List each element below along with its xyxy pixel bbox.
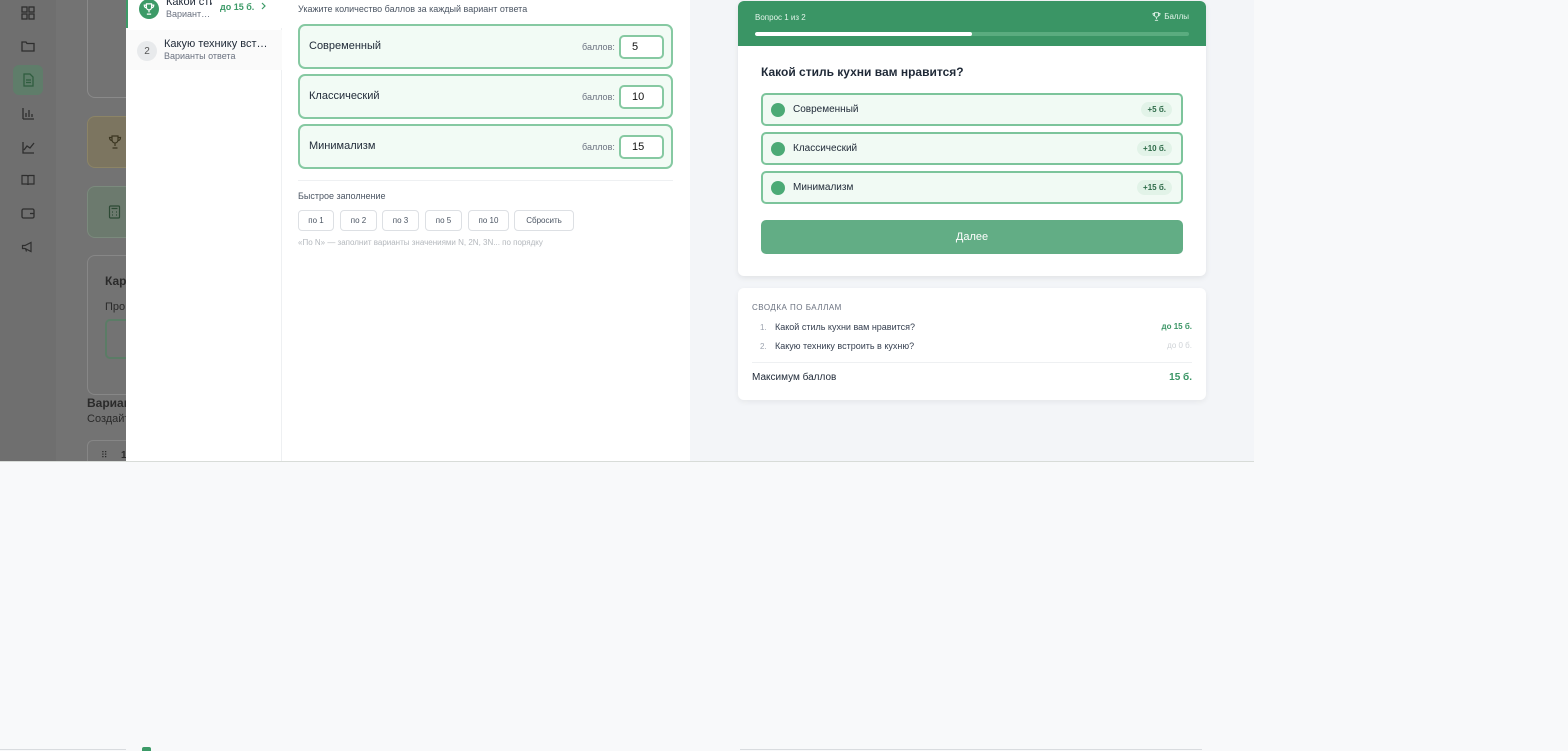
question-list-title: Какой стиль кухни вам нравится? (166, 0, 212, 8)
wallet-icon (18, 203, 38, 223)
background-input (105, 319, 126, 359)
background-section-title: Вариан (87, 396, 126, 410)
summary-row: 2. Какую технику встроить в кухню? до 0 … (752, 341, 1192, 355)
quick-fill-button-3[interactable]: по 3 (382, 210, 419, 231)
points-label: баллов: (582, 42, 615, 52)
question-number-badge: 2 (137, 41, 157, 61)
preview-option-label: Минимализм (793, 182, 854, 193)
preview-panel: Вопрос 1 из 2 Баллы Какой стиль кухни ва… (690, 0, 1254, 462)
divider (740, 749, 1202, 750)
peek-badge (142, 747, 151, 751)
points-input[interactable] (619, 85, 664, 109)
points-input[interactable] (619, 135, 664, 159)
answer-option-label: Современный (309, 40, 382, 52)
answer-option-row: Современный баллов: (298, 24, 673, 69)
points-badge: +15 б. (1137, 180, 1172, 195)
book-icon (18, 170, 38, 190)
question-max-points: до 15 б. (220, 2, 255, 12)
question-number-badge (139, 0, 159, 19)
points-label: баллов: (582, 142, 615, 152)
points-badge: +10 б. (1137, 141, 1172, 156)
quick-fill-button-10[interactable]: по 10 (468, 210, 509, 231)
background-content: Кар Про Вариан Создайт ⠿ 1 (56, 0, 126, 462)
drag-handle-icon: ⠿ (101, 450, 108, 460)
preview-answer-option[interactable]: Минимализм +15 б. (761, 171, 1183, 204)
points-badge: +5 б. (1141, 102, 1172, 117)
preview-option-label: Современный (793, 104, 859, 115)
score-summary-card: СВОДКА ПО БАЛЛАМ 1. Какой стиль кухни ва… (738, 288, 1206, 400)
background-row: ⠿ 1 (87, 440, 126, 462)
background-section-subtitle: Создайт (87, 413, 126, 425)
question-list-item-1[interactable]: Какой стиль кухни вам нравится? Варианты… (126, 0, 282, 28)
preview-header: Вопрос 1 из 2 Баллы (738, 1, 1206, 46)
summary-title: СВОДКА ПО БАЛЛАМ (752, 303, 842, 312)
background-card-title: Кар (105, 274, 126, 288)
viewport-edge (0, 461, 1254, 462)
calculator-icon (108, 205, 121, 219)
summary-row-number: 1. (760, 323, 767, 332)
points-label: баллов: (582, 92, 615, 102)
radio-indicator (771, 103, 785, 117)
question-list-item-2[interactable]: 2 Какую технику встроить в кухню? Вариан… (126, 30, 282, 70)
chevron-right-icon (261, 2, 267, 12)
scores-indicator: Баллы (1152, 12, 1189, 21)
background-sidebar-rail (0, 0, 56, 462)
trophy-icon (143, 3, 155, 15)
app-viewport: Кар Про Вариан Создайт ⠿ 1 Какой стиль к… (0, 0, 1254, 462)
background-card-text: Про (105, 301, 126, 313)
summary-row-value: до 15 б. (1161, 322, 1192, 331)
preview-question: Какой стиль кухни вам нравится? (761, 65, 964, 79)
line-chart-icon (18, 137, 38, 157)
trophy-icon (108, 135, 122, 149)
divider (298, 180, 673, 181)
summary-row-number: 2. (760, 342, 767, 351)
points-editor: Укажите количество баллов за каждый вари… (282, 0, 690, 462)
answer-option-label: Минимализм (309, 140, 376, 152)
question-list: Какой стиль кухни вам нравится? Варианты… (126, 0, 282, 462)
next-button[interactable]: Далее (761, 220, 1183, 254)
summary-row-question: Какой стиль кухни вам нравится? (775, 322, 916, 332)
preview-option-label: Классический (793, 143, 858, 154)
quick-fill-button-2[interactable]: по 2 (340, 210, 377, 231)
bar-chart-icon (18, 103, 38, 123)
quick-fill-title: Быстрое заполнение (298, 191, 386, 201)
question-list-subtitle: Варианты ответа (166, 9, 212, 19)
megaphone-icon (18, 237, 38, 257)
background-trophy-card (87, 116, 126, 168)
quick-fill-button-5[interactable]: по 5 (425, 210, 462, 231)
progress-bar (755, 32, 1189, 36)
folder-icon (18, 36, 38, 56)
question-list-title: Какую технику встроить в кухню? (164, 38, 272, 50)
scores-label: Баллы (1164, 12, 1189, 21)
points-instruction: Укажите количество баллов за каждый вари… (298, 4, 528, 14)
answer-option-row: Классический баллов: (298, 74, 673, 119)
trophy-icon (1152, 12, 1161, 21)
summary-row-value: до 0 б. (1167, 341, 1192, 350)
divider (752, 362, 1192, 363)
answer-option-label: Классический (309, 90, 380, 102)
radio-indicator (771, 181, 785, 195)
preview-answer-option[interactable]: Современный +5 б. (761, 93, 1183, 126)
background-card (87, 0, 126, 98)
background-calculator-card (87, 186, 126, 238)
quiz-preview-card: Вопрос 1 из 2 Баллы Какой стиль кухни ва… (738, 1, 1206, 276)
summary-total-value: 15 б. (1169, 372, 1192, 383)
question-counter: Вопрос 1 из 2 (755, 13, 806, 22)
divider (0, 749, 126, 750)
progress-fill (755, 32, 972, 36)
summary-row: 1. Какой стиль кухни вам нравится? до 15… (752, 322, 1192, 336)
quick-fill-button-1[interactable]: по 1 (298, 210, 334, 231)
summary-row-question: Какую технику встроить в кухню? (775, 341, 915, 351)
answer-option-row: Минимализм баллов: (298, 124, 673, 169)
summary-total-label: Максимум баллов (752, 372, 837, 383)
preview-answer-option[interactable]: Классический +10 б. (761, 132, 1183, 165)
quick-fill-hint: «По N» — заполнит варианты значениями N,… (298, 238, 543, 247)
grid-icon (18, 3, 38, 23)
quick-fill-reset-button[interactable]: Сбросить (514, 210, 574, 231)
points-input[interactable] (619, 35, 664, 59)
radio-indicator (771, 142, 785, 156)
question-list-subtitle: Варианты ответа (164, 51, 236, 61)
document-icon (13, 65, 43, 95)
